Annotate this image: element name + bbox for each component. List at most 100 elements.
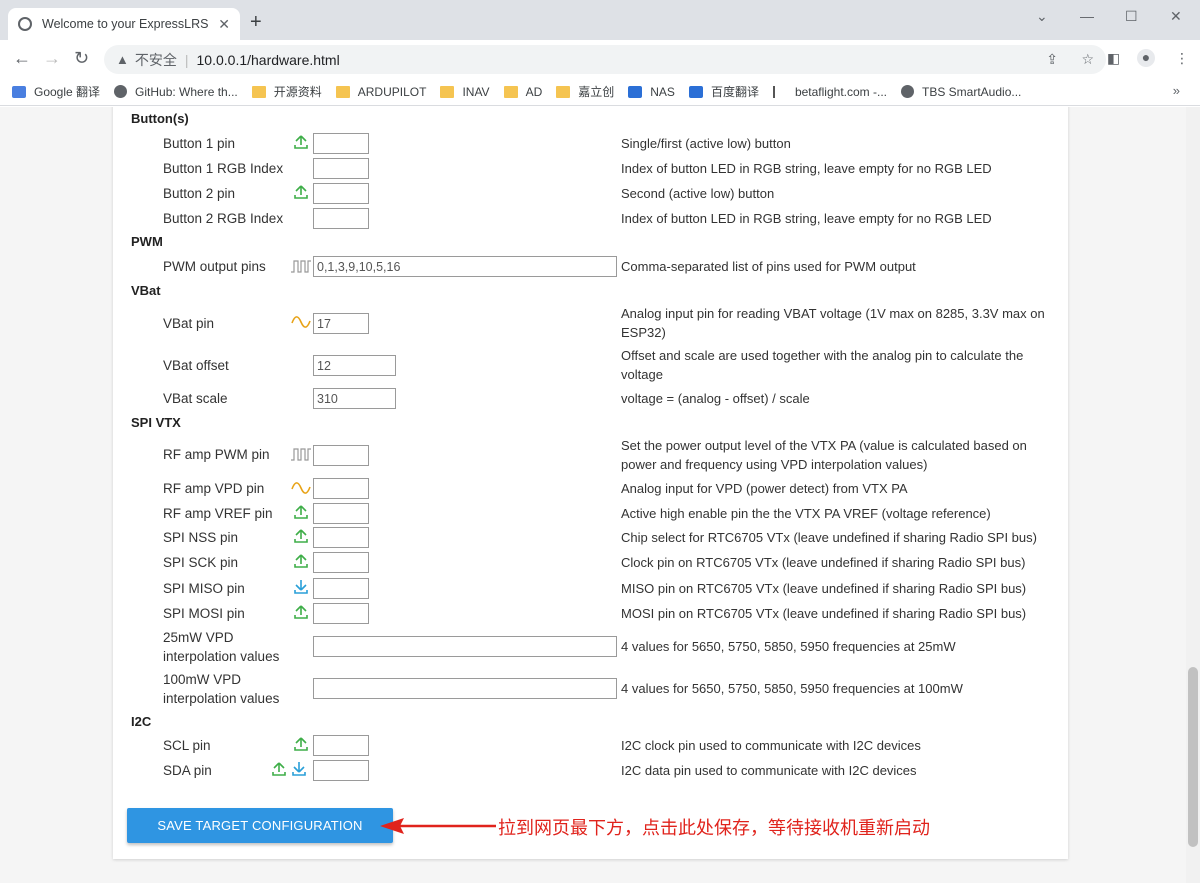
spi-miso-input[interactable] — [313, 578, 369, 599]
bookmark-label: NAS — [650, 84, 675, 99]
share-icon[interactable]: ⇪ — [1046, 51, 1058, 68]
pwm-pins-input[interactable] — [313, 256, 617, 277]
section-spi-vtx: SPI VTX — [131, 415, 181, 430]
sda-pin-input[interactable] — [313, 760, 369, 781]
back-icon[interactable]: ← — [13, 49, 31, 67]
translate-icon — [12, 85, 26, 98]
output-pin-icon — [294, 737, 308, 751]
field-description: Comma-separated list of pins used for PW… — [621, 259, 916, 274]
field-description: Set the power output level of the VTX PA… — [621, 438, 1027, 472]
save-target-configuration-button[interactable]: SAVE TARGET CONFIGURATION — [127, 808, 393, 843]
minimize-icon[interactable]: — — [1080, 8, 1094, 24]
field-label: Button 1 pin — [163, 136, 236, 151]
bookmark-nas[interactable]: NAS — [628, 85, 675, 99]
profile-icon[interactable]: ● — [1137, 49, 1155, 67]
url-text: 10.0.0.1/hardware.html — [196, 51, 340, 68]
forward-icon[interactable]: → — [43, 49, 61, 67]
field-label: interpolation values — [163, 691, 280, 706]
field-description: Clock pin on RTC6705 VTx (leave undefine… — [621, 555, 1026, 570]
spi-mosi-input[interactable] — [313, 603, 369, 624]
bookmark-label: 百度翻译 — [710, 85, 759, 99]
bookmark-google-translate[interactable]: Google 翻译 — [12, 83, 100, 100]
bookmark-github[interactable]: GitHub: Where th... — [114, 85, 238, 99]
vbat-scale-input[interactable] — [313, 388, 396, 409]
chevron-down-icon[interactable]: ⌄ — [1036, 8, 1048, 25]
button2-pin-input[interactable] — [313, 183, 369, 204]
field-description: Single/first (active low) button — [621, 136, 791, 151]
field-label: 25mW VPD — [163, 630, 234, 645]
field-label: SCL pin — [163, 738, 211, 753]
bookmarks-bar: Google 翻译 GitHub: Where th... 开源资料 ARDUP… — [0, 78, 1200, 106]
bookmark-tbs[interactable]: TBS SmartAudio... — [901, 85, 1021, 99]
bookmark-folder[interactable]: ARDUPILOT — [335, 85, 426, 99]
scl-pin-input[interactable] — [313, 735, 369, 756]
bookmark-betaflight[interactable]: betaflight.com -... — [772, 84, 887, 99]
spi-sck-input[interactable] — [313, 552, 369, 573]
field-label: 100mW VPD — [163, 672, 242, 687]
output-pin-icon — [294, 185, 308, 199]
bookmark-label: GitHub: Where th... — [135, 84, 238, 99]
maximize-icon[interactable]: ☐ — [1125, 8, 1138, 25]
pwm-icon — [291, 260, 311, 273]
button1-rgb-input[interactable] — [313, 158, 369, 179]
output-pin-icon — [294, 554, 308, 568]
folder-icon — [335, 85, 350, 98]
output-pin-icon — [294, 505, 308, 519]
field-label: SPI MOSI pin — [163, 606, 245, 621]
field-label: SPI NSS pin — [163, 530, 239, 545]
vpd-100mw-input[interactable] — [313, 678, 617, 699]
more-bookmarks-icon[interactable]: » — [1173, 83, 1180, 98]
bookmark-baidu-translate[interactable]: 百度翻译 — [688, 83, 759, 100]
field-description: Offset and scale are used together with … — [621, 348, 1024, 382]
insecure-label: 不安全 — [134, 51, 177, 68]
dsm-icon — [628, 85, 643, 98]
vbat-offset-input[interactable] — [313, 355, 396, 376]
bookmark-folder[interactable]: AD — [503, 84, 543, 99]
star-icon[interactable]: ☆ — [1081, 51, 1094, 68]
menu-icon[interactable]: ⋮ — [1175, 50, 1189, 67]
vpd-25mw-input[interactable] — [313, 636, 617, 657]
sidepanel-icon[interactable]: ◧ — [1107, 50, 1120, 67]
field-label: SDA pin — [163, 763, 212, 778]
rf-amp-vref-input[interactable] — [313, 503, 369, 524]
baidu-translate-icon — [688, 85, 703, 98]
field-label: VBat offset — [163, 358, 229, 373]
bookmark-folder[interactable]: INAV — [440, 85, 490, 99]
annotation-text: 拉到网页最下方，点击此处保存，等待接收机重新启动 — [498, 818, 930, 838]
scrollbar-thumb[interactable] — [1188, 667, 1198, 847]
field-label: Button 2 pin — [163, 186, 236, 201]
close-window-icon[interactable]: ✕ — [1170, 8, 1182, 25]
globe-icon — [901, 85, 914, 98]
vbat-pin-input[interactable] — [313, 313, 369, 334]
browser-tab[interactable]: Welcome to your ExpressLRS S ✕ — [8, 8, 240, 40]
tab-strip: Welcome to your ExpressLRS S ✕ + ⌄ — ☐ ✕ — [0, 0, 1200, 40]
button1-pin-input[interactable] — [313, 133, 369, 154]
input-pin-icon — [292, 762, 306, 776]
button2-rgb-input[interactable] — [313, 208, 369, 229]
github-icon — [114, 85, 128, 98]
field-description: Index of button LED in RGB string, leave… — [621, 161, 992, 176]
bookmark-label: TBS SmartAudio... — [922, 84, 1022, 99]
reload-icon[interactable]: ↻ — [74, 49, 89, 67]
globe-icon — [18, 17, 32, 31]
field-description: 4 values for 5650, 5750, 5850, 5950 freq… — [621, 681, 963, 696]
new-tab-icon[interactable]: + — [250, 12, 262, 32]
section-i2c: I2C — [131, 714, 152, 729]
bookmark-label: AD — [525, 84, 543, 99]
betaflight-icon — [772, 85, 787, 98]
bookmark-label: betaflight.com -... — [794, 84, 887, 99]
folder-icon — [503, 85, 518, 98]
rf-amp-vpd-input[interactable] — [313, 478, 369, 499]
bookmark-folder[interactable]: 开源资料 — [251, 83, 322, 100]
field-label: Button 2 RGB Index — [163, 211, 284, 226]
rf-amp-pwm-input[interactable] — [313, 445, 369, 466]
bookmark-folder[interactable]: 嘉立创 — [556, 83, 614, 100]
section-vbat: VBat — [131, 283, 161, 298]
scrollbar[interactable] — [1186, 107, 1200, 883]
address-bar[interactable]: ▲ 不安全 | 10.0.0.1/hardware.html ⇪ ☆ — [104, 45, 1106, 74]
output-pin-icon — [294, 605, 308, 619]
close-tab-icon[interactable]: ✕ — [218, 16, 230, 33]
spi-nss-input[interactable] — [313, 527, 369, 548]
bookmark-label: Google 翻译 — [34, 85, 101, 99]
field-label: interpolation values — [163, 649, 280, 664]
